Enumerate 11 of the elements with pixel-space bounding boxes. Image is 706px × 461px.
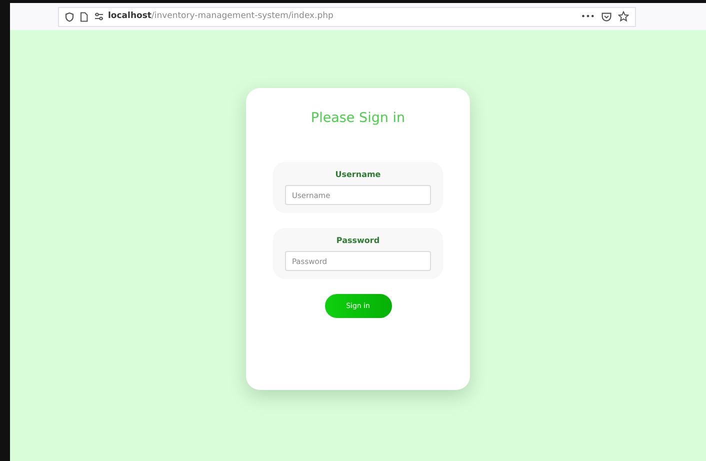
page-icon[interactable] (80, 12, 88, 22)
menu-icon[interactable]: ••• (580, 10, 595, 22)
address-bar[interactable]: localhost/inventory-management-system/index.php ••• (58, 6, 636, 26)
field-label: Password (336, 235, 380, 248)
login-title: Please Sign in (310, 110, 406, 126)
field-label: Username (335, 169, 381, 182)
pocket-icon[interactable] (601, 12, 612, 22)
shield-icon[interactable] (65, 12, 74, 22)
url-text: localhost/inventory-management-system/index.php (108, 10, 334, 23)
settings-icon[interactable] (94, 12, 104, 21)
star-icon[interactable] (618, 11, 629, 22)
